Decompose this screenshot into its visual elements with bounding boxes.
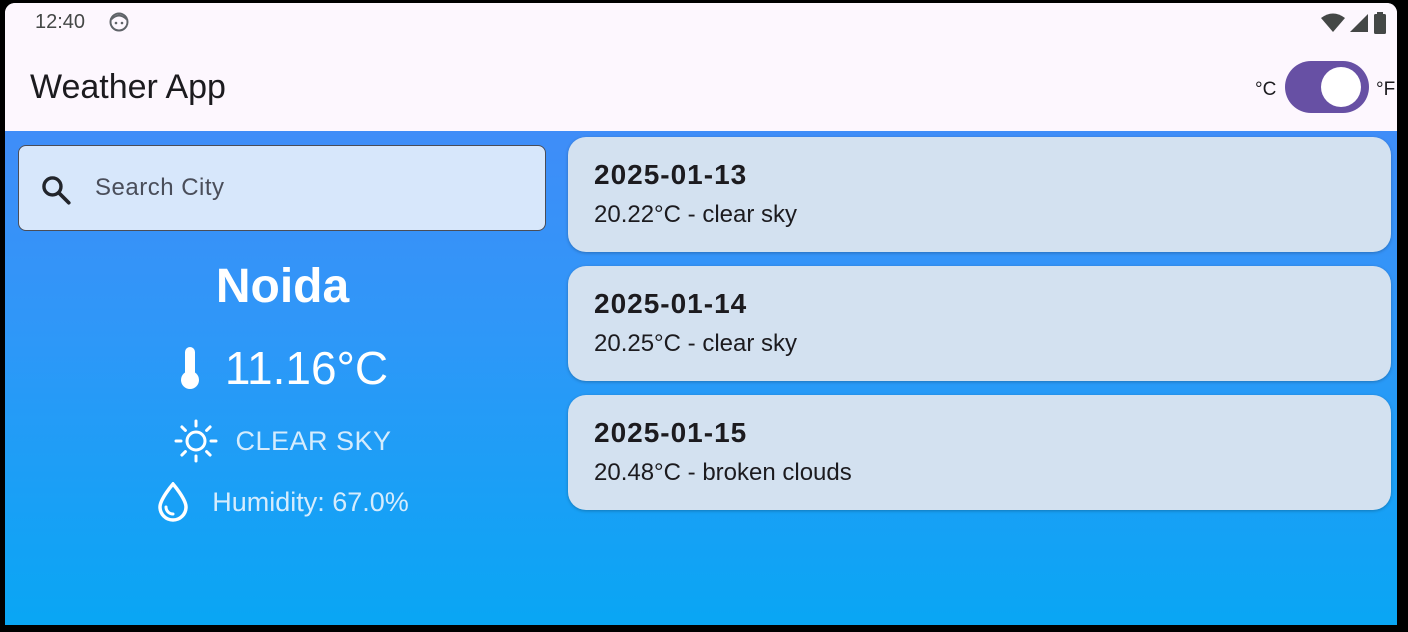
thermometer-icon — [180, 347, 199, 389]
forecast-list: 2025-01-13 20.22°C - clear sky 2025-01-1… — [568, 137, 1391, 524]
toggle-thumb — [1321, 67, 1361, 107]
forecast-summary: 20.22°C - clear sky — [594, 201, 798, 228]
signal-icon — [1350, 14, 1368, 32]
unit-fahrenheit-label: °F — [1376, 79, 1396, 100]
humidity-row: Humidity: 67.0% — [5, 482, 560, 522]
battery-icon — [1374, 12, 1386, 34]
status-icons — [1321, 12, 1387, 34]
current-condition: CLEAR SKY — [235, 425, 392, 456]
unit-toggle-switch[interactable] — [1285, 61, 1369, 113]
forecast-card[interactable]: 2025-01-13 20.22°C - clear sky — [568, 137, 1391, 252]
sun-icon — [174, 419, 218, 463]
status-bar: 12:40 — [5, 3, 1397, 41]
app-title: Weather App — [30, 68, 226, 106]
search-input[interactable] — [95, 168, 525, 208]
current-humidity: Humidity: 67.0% — [212, 486, 409, 517]
forecast-date: 2025-01-13 — [594, 159, 748, 190]
face-icon — [109, 12, 129, 32]
city-name: Noida — [215, 260, 350, 313]
temperature-row: 11.16°C — [5, 341, 560, 395]
condition-row: CLEAR SKY — [5, 418, 560, 464]
wifi-icon — [1321, 13, 1345, 32]
forecast-summary: 20.48°C - broken clouds — [594, 459, 852, 486]
water-drop-icon — [158, 482, 188, 522]
device-screen: 12:40 Weather App °C °F Search City Noid… — [5, 3, 1397, 625]
search-box[interactable] — [18, 145, 546, 231]
forecast-summary: 20.25°C - clear sky — [594, 330, 798, 357]
current-temperature: 11.16°C — [224, 342, 389, 394]
unit-celsius-label: °C — [1255, 79, 1277, 100]
app-bar: Weather App °C °F — [5, 41, 1397, 131]
search-icon — [42, 176, 71, 205]
forecast-date: 2025-01-15 — [594, 417, 748, 448]
forecast-card[interactable]: 2025-01-15 20.48°C - broken clouds — [568, 395, 1391, 510]
status-time: 12:40 — [35, 11, 86, 33]
forecast-date: 2025-01-14 — [594, 288, 748, 319]
forecast-card[interactable]: 2025-01-14 20.25°C - clear sky — [568, 266, 1391, 381]
main-content: Noida 11.16°C — [5, 131, 1397, 625]
